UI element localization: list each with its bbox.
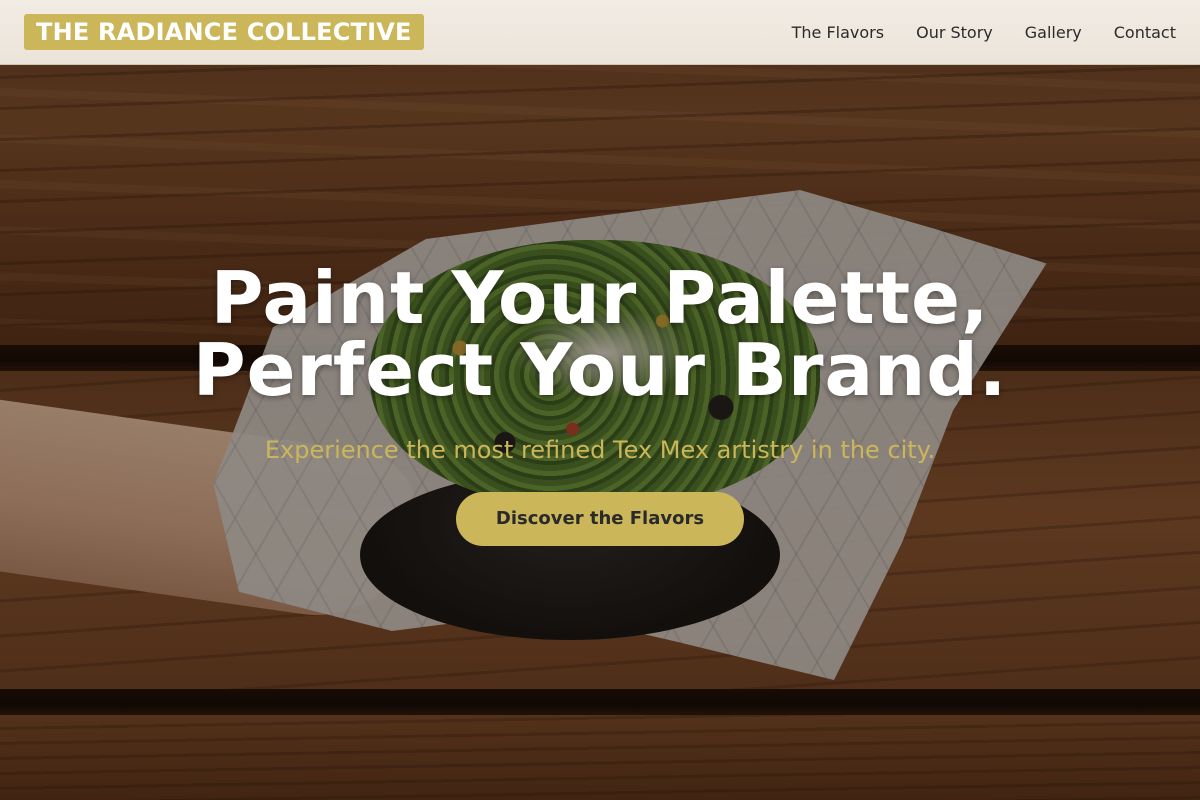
headline-line-2: Perfect Your Brand.: [192, 328, 1008, 412]
nav-link-gallery[interactable]: Gallery: [1025, 23, 1082, 42]
top-navigation-bar: THE RADIANCE COLLECTIVE The Flavors Our …: [0, 0, 1200, 65]
nav-link-our-story[interactable]: Our Story: [916, 23, 993, 42]
nav-link-contact[interactable]: Contact: [1114, 23, 1176, 42]
headline-line-1: Paint Your Palette,: [210, 256, 990, 340]
hero-subtitle: Experience the most refined Tex Mex arti…: [264, 436, 936, 464]
hero-content: Paint Your Palette, Perfect Your Brand. …: [0, 262, 1200, 546]
nav-links: The Flavors Our Story Gallery Contact: [792, 23, 1176, 42]
hero-section: Paint Your Palette, Perfect Your Brand. …: [0, 0, 1200, 800]
discover-flavors-button[interactable]: Discover the Flavors: [455, 492, 745, 546]
brand-logo[interactable]: THE RADIANCE COLLECTIVE: [24, 14, 424, 50]
hero-headline: Paint Your Palette, Perfect Your Brand.: [0, 262, 1200, 406]
nav-link-the-flavors[interactable]: The Flavors: [792, 23, 884, 42]
